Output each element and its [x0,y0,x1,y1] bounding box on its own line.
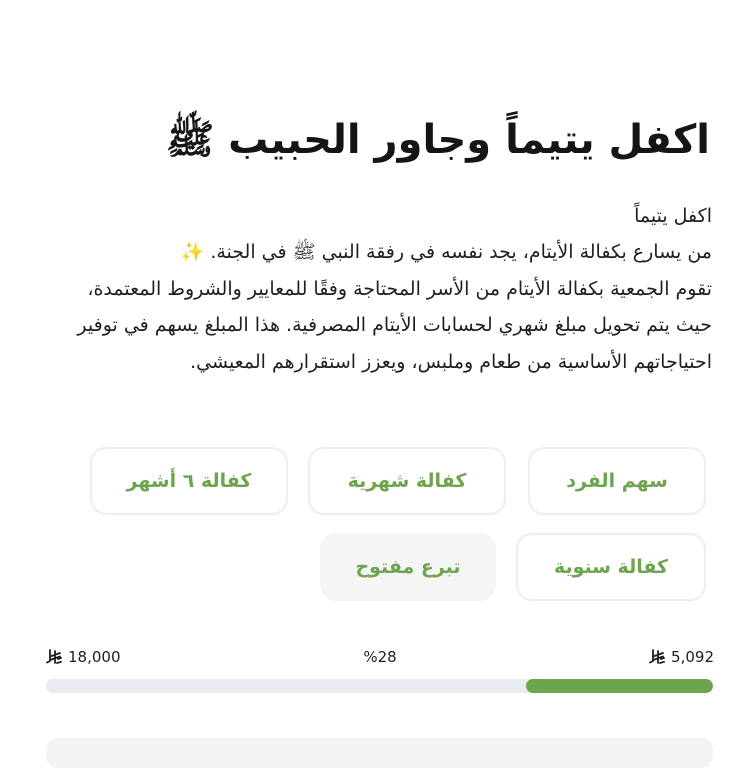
option-label: كفالة سنوية [553,556,669,578]
option-individual-share[interactable]: سهم الفرد [528,447,706,515]
page: اكفل يتيماً وجاور الحبيب ﷺ اكفل يتيماً م… [0,0,738,768]
description-line1: من يسارع بكفالة الأيتام، يجد نفسه في رفق… [180,241,712,264]
description-heading: اكفل يتيماً [634,205,712,227]
progress-percent: %28 [363,648,397,666]
collected-value: 5,092 [671,648,714,666]
progress-bar [46,679,713,693]
description: اكفل يتيماً من يسارع بكفالة الأيتام، يجد… [72,198,712,380]
progress-bar-fill [526,679,713,693]
option-yearly[interactable]: كفالة سنوية [516,533,706,601]
page-title: اكفل يتيماً وجاور الحبيب ﷺ [165,117,710,163]
option-open-donation[interactable]: تبرع مفتوح [320,533,496,601]
option-label: كفالة شهرية [347,470,467,492]
progress-stats: 18,000 %28 5,092 [46,648,714,672]
option-label: تبرع مفتوح [355,556,461,578]
option-monthly[interactable]: كفالة شهرية [308,447,506,515]
next-section-card [46,738,713,768]
description-body: تقوم الجمعية بكفالة الأيتام من الأسر الم… [77,277,712,373]
option-label: كفالة ٦ أشهر [126,470,252,492]
collected-amount: 5,092 [649,648,714,666]
option-label: سهم الفرد [566,470,668,492]
option-six-months[interactable]: كفالة ٦ أشهر [90,447,288,515]
saudi-riyal-icon [649,649,665,664]
